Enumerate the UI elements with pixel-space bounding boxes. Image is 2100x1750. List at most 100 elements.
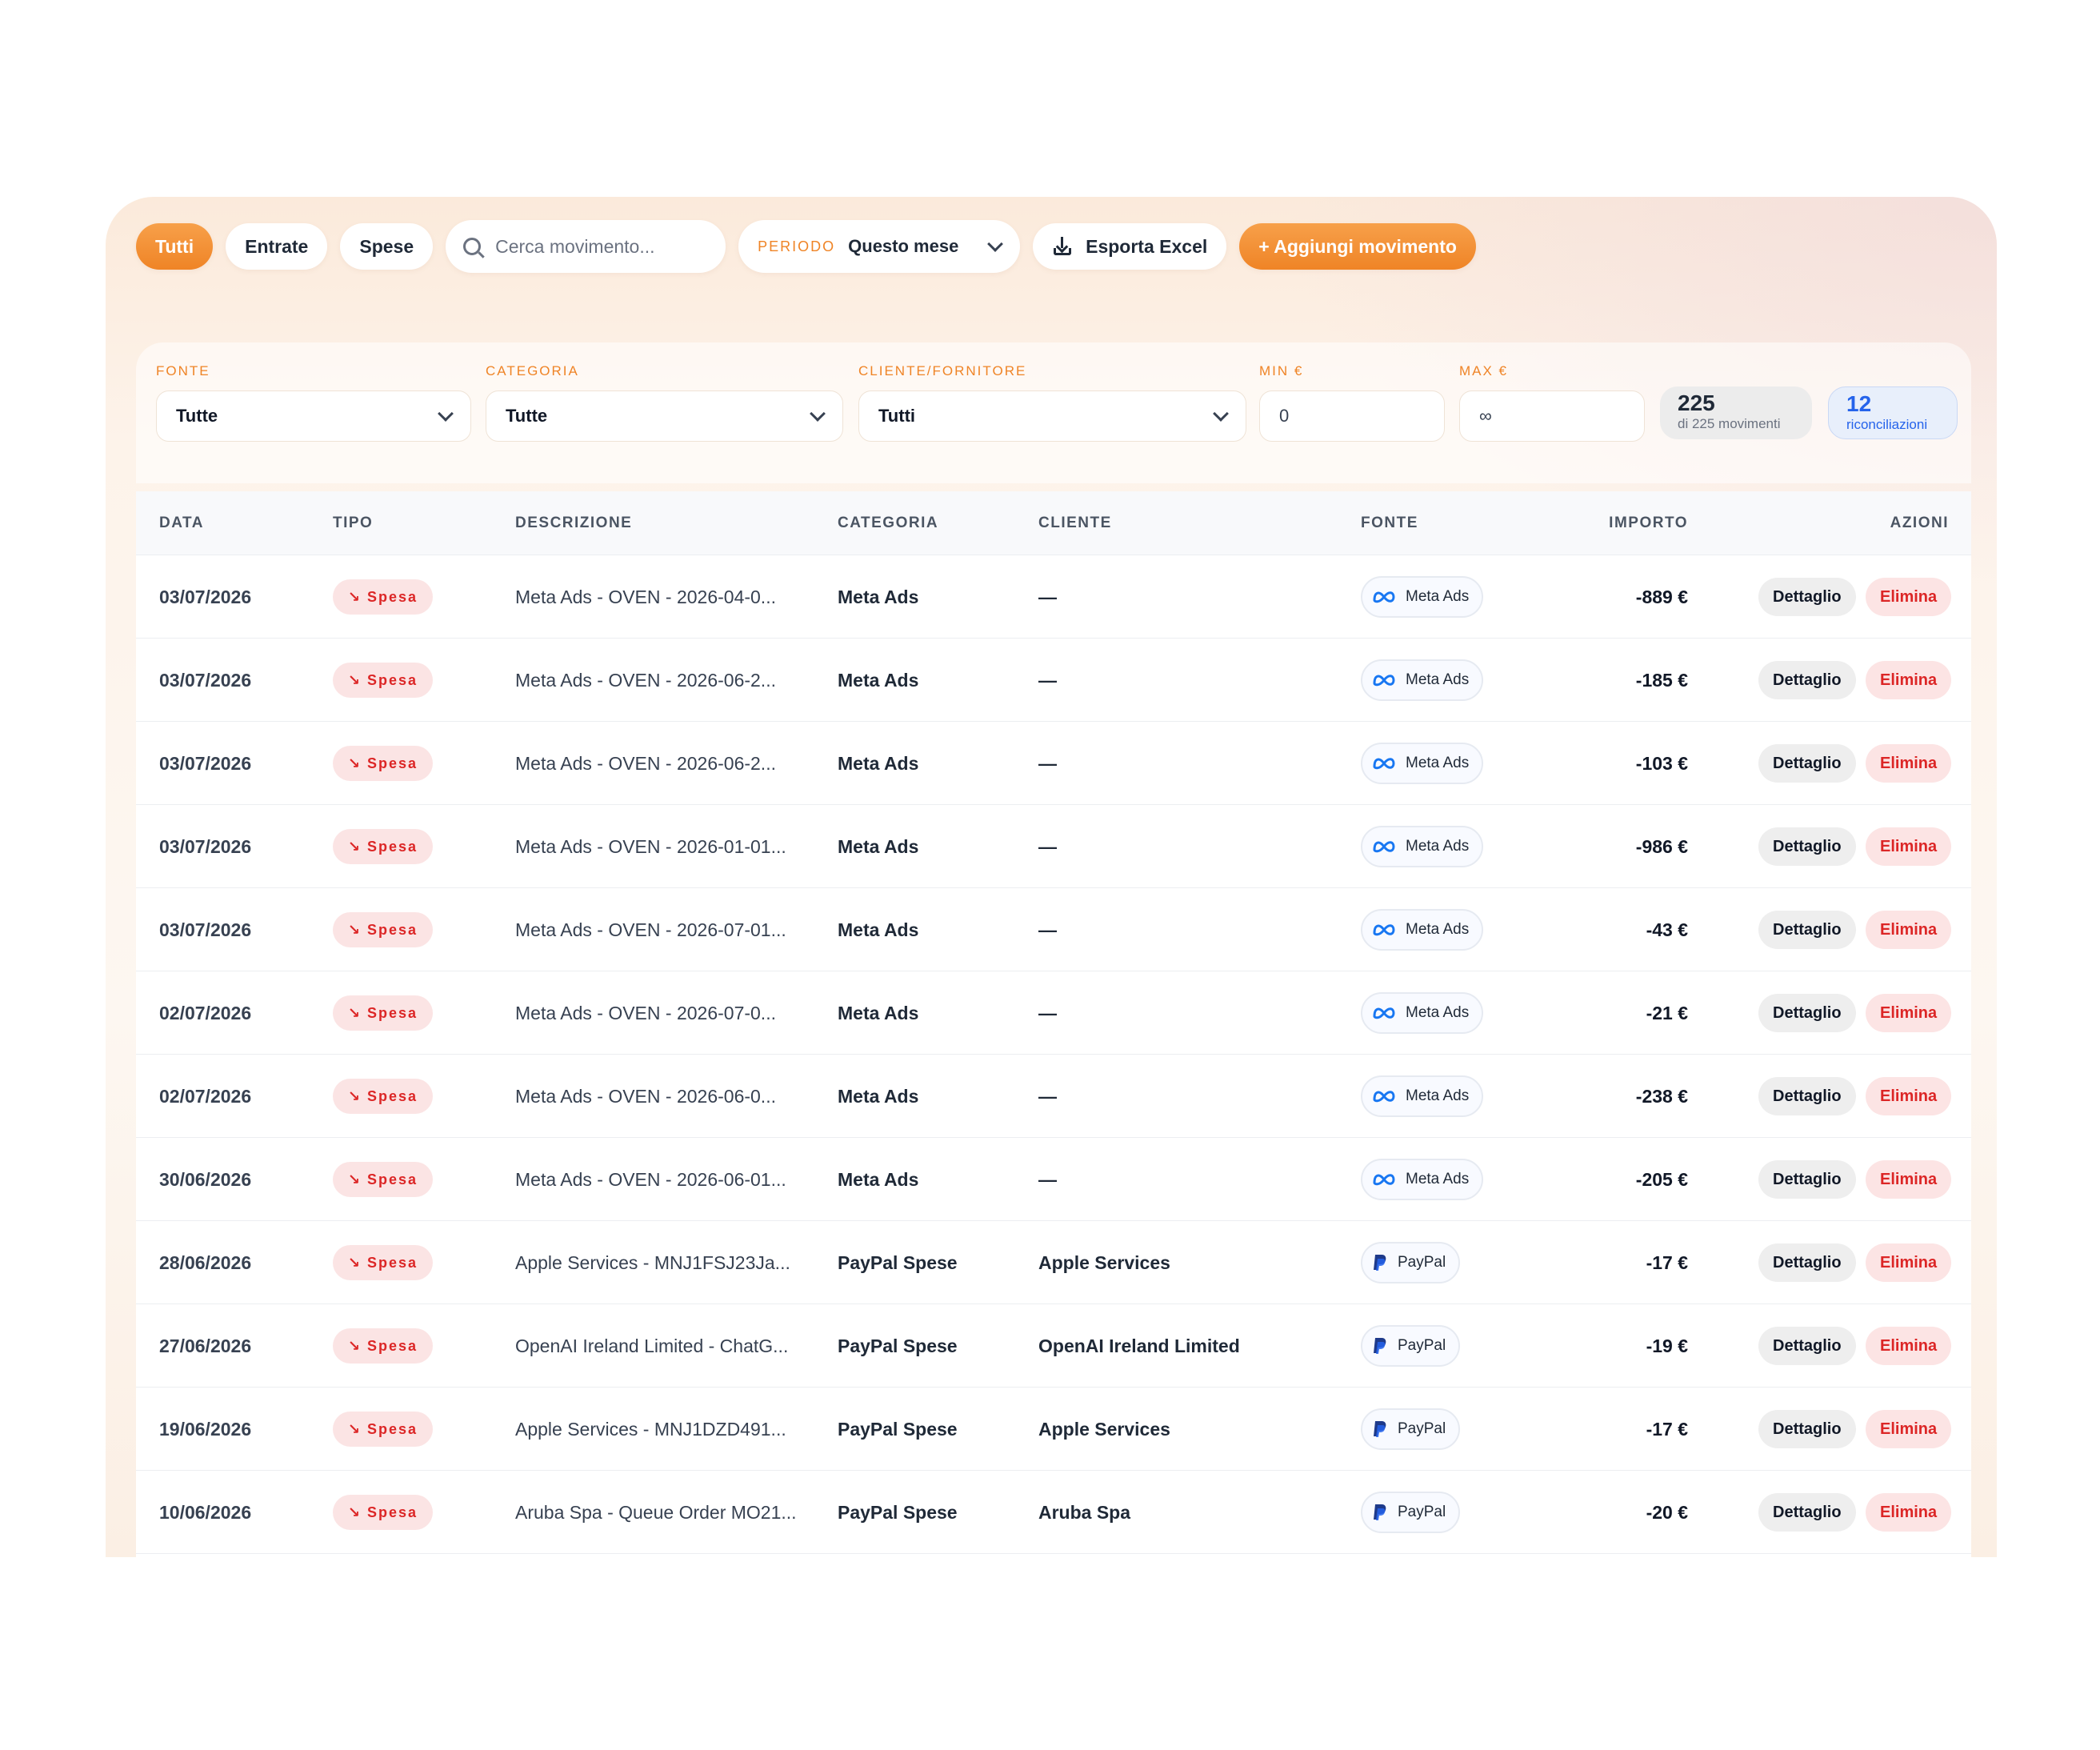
- type-badge: ↘ Spesa: [333, 746, 433, 781]
- table-row[interactable]: 02/07/2026 ↘ Spesa Meta Ads - OVEN - 2026-…: [136, 1055, 1971, 1138]
- table-row[interactable]: 03/07/2026 ↘ Spesa Meta Ads - OVEN - 2026-…: [136, 639, 1971, 722]
- row-client: —: [1038, 670, 1057, 691]
- delete-button[interactable]: Elimina: [1866, 827, 1952, 866]
- detail-button[interactable]: Dettaglio: [1758, 827, 1856, 866]
- col-fonte[interactable]: FONTE: [1361, 491, 1418, 555]
- reconciliations-badge[interactable]: 12 riconciliazioni: [1828, 386, 1958, 439]
- table-row[interactable]: 27/06/2026 ↘ Spesa OpenAI Ireland Limited …: [136, 1304, 1971, 1388]
- row-client: —: [1038, 919, 1057, 940]
- delete-button[interactable]: Elimina: [1866, 1077, 1952, 1115]
- row-date: 19/06/2026: [159, 1419, 252, 1440]
- table-row[interactable]: 03/07/2026 ↘ Spesa Meta Ads - OVEN - 2026-…: [136, 805, 1971, 888]
- detail-button[interactable]: Dettaglio: [1758, 1160, 1856, 1199]
- min-input[interactable]: 0: [1259, 390, 1445, 442]
- movements-count-badge: 225 di 225 movimenti: [1660, 386, 1812, 439]
- type-badge: ↘ Spesa: [333, 995, 433, 1031]
- detail-button[interactable]: Dettaglio: [1758, 661, 1856, 699]
- source-badge: Meta Ads: [1361, 659, 1484, 701]
- table-row[interactable]: 10/06/2026 ↘ Spesa Aruba Spa - Queue Order…: [136, 1471, 1971, 1554]
- add-movement-button[interactable]: + Aggiungi movimento: [1239, 223, 1476, 270]
- row-description: Meta Ads - OVEN - 2026-07-01...: [515, 919, 786, 940]
- toolbar: Tutti Entrate Spese Cerca movimento... P…: [136, 220, 1489, 273]
- movements-panel: Tutti Entrate Spese Cerca movimento... P…: [106, 197, 1997, 1557]
- detail-button[interactable]: Dettaglio: [1758, 1327, 1856, 1365]
- col-categoria[interactable]: CATEGORIA: [838, 491, 938, 555]
- detail-button[interactable]: Dettaglio: [1758, 744, 1856, 783]
- row-date: 02/07/2026: [159, 1003, 252, 1023]
- row-date: 03/07/2026: [159, 753, 252, 774]
- table-row[interactable]: 03/07/2026 ↘ Spesa Meta Ads - OVEN - 2026-…: [136, 555, 1971, 639]
- meta-icon: [1372, 756, 1396, 771]
- row-date: 03/07/2026: [159, 919, 252, 940]
- meta-icon: [1372, 923, 1396, 937]
- tab-tutti[interactable]: Tutti: [136, 223, 214, 270]
- search-input[interactable]: Cerca movimento...: [446, 220, 726, 273]
- filter-fonte-label: FONTE: [156, 363, 210, 378]
- detail-button[interactable]: Dettaglio: [1758, 1243, 1856, 1282]
- table-row[interactable]: 30/06/2026 ↘ Spesa Meta Ads - OVEN - 2026-…: [136, 1138, 1971, 1221]
- col-descrizione[interactable]: DESCRIZIONE: [515, 491, 632, 555]
- table-row[interactable]: 03/07/2026 ↘ Spesa Meta Ads - OVEN - 2026-…: [136, 888, 1971, 971]
- period-select[interactable]: PERIODO Questo mese: [738, 220, 1021, 273]
- detail-button[interactable]: Dettaglio: [1758, 578, 1856, 616]
- arrow-down-right-icon: ↘: [347, 672, 362, 688]
- source-badge: PayPal: [1361, 1492, 1461, 1533]
- reconciliations-sub: riconciliazioni: [1846, 417, 1928, 432]
- delete-button[interactable]: Elimina: [1866, 744, 1952, 783]
- filter-max: MAX € ∞: [1459, 363, 1645, 442]
- delete-button[interactable]: Elimina: [1866, 1493, 1952, 1532]
- row-amount: -20 €: [1646, 1502, 1688, 1523]
- source-badge-label: Meta Ads: [1406, 1087, 1470, 1104]
- cliente-select[interactable]: Tutti: [858, 390, 1246, 442]
- export-excel-button[interactable]: Esporta Excel: [1033, 223, 1227, 270]
- delete-button[interactable]: Elimina: [1866, 911, 1952, 949]
- type-badge-label: Spesa: [367, 1171, 418, 1187]
- delete-button[interactable]: Elimina: [1866, 661, 1952, 699]
- row-date: 03/07/2026: [159, 836, 252, 857]
- detail-button[interactable]: Dettaglio: [1758, 1410, 1856, 1448]
- filter-categoria-label: CATEGORIA: [486, 363, 579, 378]
- row-date: 03/07/2026: [159, 587, 252, 607]
- categoria-select[interactable]: Tutte: [486, 390, 843, 442]
- row-client: —: [1038, 836, 1057, 857]
- row-description: Meta Ads - OVEN - 2026-06-2...: [515, 753, 776, 774]
- detail-button[interactable]: Dettaglio: [1758, 1493, 1856, 1532]
- arrow-down-right-icon: ↘: [347, 1171, 362, 1187]
- table-row[interactable]: 28/06/2026 ↘ Spesa Apple Services - MNJ1FS…: [136, 1221, 1971, 1304]
- detail-button[interactable]: Dettaglio: [1758, 1077, 1856, 1115]
- table-row[interactable]: 03/07/2026 ↘ Spesa Meta Ads - OVEN - 2026-…: [136, 722, 1971, 805]
- period-label: PERIODO: [758, 238, 836, 254]
- table-row[interactable]: 02/07/2026 ↘ Spesa Meta Ads - OVEN - 2026-…: [136, 971, 1971, 1055]
- source-badge-label: Meta Ads: [1406, 671, 1470, 688]
- delete-button[interactable]: Elimina: [1866, 578, 1952, 616]
- arrow-down-right-icon: ↘: [347, 1338, 362, 1354]
- arrow-down-right-icon: ↘: [347, 1255, 362, 1271]
- delete-button[interactable]: Elimina: [1866, 1160, 1952, 1199]
- tab-spese[interactable]: Spese: [340, 223, 434, 270]
- detail-button[interactable]: Dettaglio: [1758, 911, 1856, 949]
- chevron-down-icon: [810, 406, 826, 422]
- row-date: 10/06/2026: [159, 1502, 252, 1523]
- row-description: Meta Ads - OVEN - 2026-04-0...: [515, 587, 776, 607]
- col-importo[interactable]: IMPORTO: [1583, 491, 1688, 555]
- max-input[interactable]: ∞: [1459, 390, 1645, 442]
- filter-fonte: FONTE Tutte: [156, 363, 471, 442]
- col-cliente[interactable]: CLIENTE: [1038, 491, 1112, 555]
- filter-min: MIN € 0: [1259, 363, 1445, 442]
- download-icon: [1052, 236, 1073, 257]
- row-amount: -43 €: [1646, 919, 1688, 940]
- delete-button[interactable]: Elimina: [1866, 1410, 1952, 1448]
- col-data[interactable]: DATA: [159, 491, 204, 555]
- delete-button[interactable]: Elimina: [1866, 1243, 1952, 1282]
- table-row[interactable]: 19/06/2026 ↘ Spesa Apple Services - MNJ1DZ…: [136, 1388, 1971, 1471]
- source-badge: Meta Ads: [1361, 1075, 1484, 1117]
- fonte-select[interactable]: Tutte: [156, 390, 471, 442]
- row-client: —: [1038, 587, 1057, 607]
- type-badge: ↘ Spesa: [333, 1328, 433, 1364]
- arrow-down-right-icon: ↘: [347, 755, 362, 771]
- detail-button[interactable]: Dettaglio: [1758, 994, 1856, 1032]
- tab-entrate[interactable]: Entrate: [226, 223, 328, 270]
- col-tipo[interactable]: TIPO: [333, 491, 373, 555]
- delete-button[interactable]: Elimina: [1866, 994, 1952, 1032]
- delete-button[interactable]: Elimina: [1866, 1327, 1952, 1365]
